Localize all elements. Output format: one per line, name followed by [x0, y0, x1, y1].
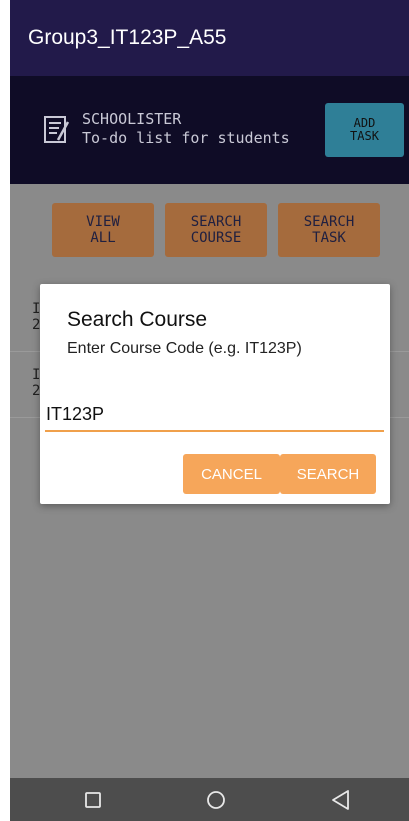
app-title-bar: Group3_IT123P_A55: [10, 0, 409, 76]
square-icon[interactable]: [73, 785, 113, 815]
search-task-label-line1: SEARCH: [303, 214, 355, 230]
circle-icon[interactable]: [196, 785, 236, 815]
add-task-label-line2: TASK: [350, 129, 379, 143]
search-course-button[interactable]: SEARCH COURSE: [165, 203, 267, 257]
brand-tagline: To-do list for students: [82, 129, 290, 147]
triangle-back-icon[interactable]: [321, 785, 361, 815]
header-text: SCHOOLISTER To-do list for students: [82, 110, 290, 148]
search-button[interactable]: SEARCH: [280, 454, 376, 494]
view-all-label-line1: VIEW: [86, 214, 120, 230]
notepad-icon: [44, 116, 70, 143]
brand-name: SCHOOLISTER: [82, 110, 182, 128]
cancel-button[interactable]: CANCEL: [183, 454, 280, 494]
dialog-title: Search Course: [67, 308, 208, 331]
dialog-message: Enter Course Code (e.g. IT123P): [67, 340, 302, 357]
app-title: Group3_IT123P_A55: [28, 26, 227, 49]
add-task-button[interactable]: ADD TASK: [325, 103, 404, 157]
screen-edge: [0, 0, 10, 821]
system-nav-bar: [10, 778, 409, 821]
app-screen: Group3_IT123P_A55 SCHOOLISTER To-do list…: [0, 0, 409, 821]
search-task-label-line2: TASK: [312, 230, 346, 246]
course-code-input[interactable]: [45, 398, 384, 432]
search-course-dialog: Search Course Enter Course Code (e.g. IT…: [40, 284, 390, 504]
search-course-label-line2: COURSE: [190, 230, 242, 246]
search-course-label-line1: SEARCH: [190, 214, 242, 230]
view-all-button[interactable]: VIEW ALL: [52, 203, 154, 257]
view-all-label-line2: ALL: [90, 230, 116, 246]
search-task-button[interactable]: SEARCH TASK: [278, 203, 380, 257]
